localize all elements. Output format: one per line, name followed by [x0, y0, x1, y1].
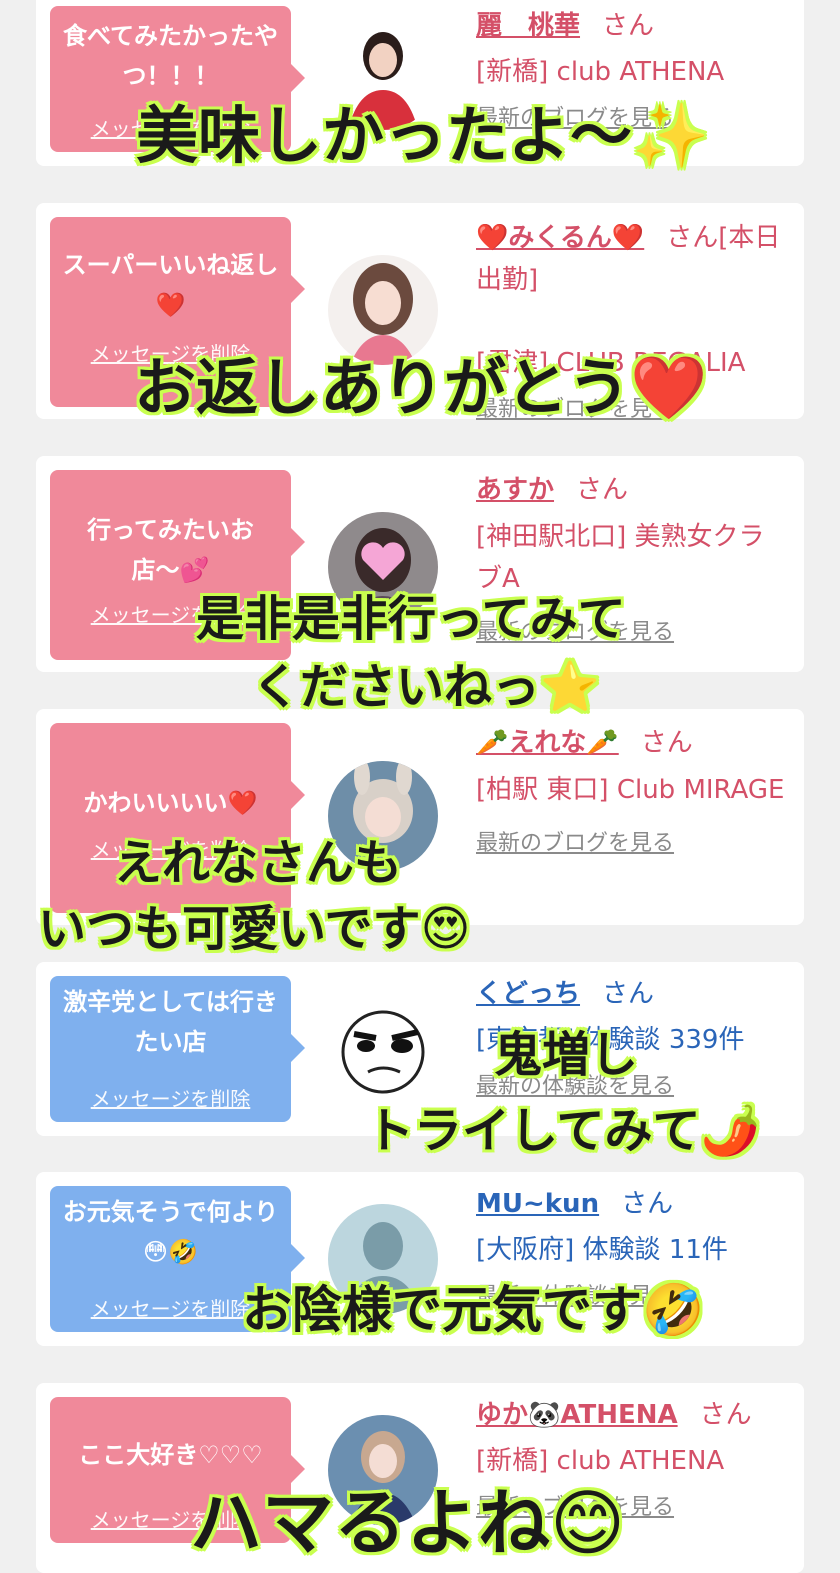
profile-name-link[interactable]: ゆか🐼ATHENA: [476, 1400, 678, 1430]
profile-name-link[interactable]: 🥕えれな🥕: [476, 728, 619, 758]
profile-name-link[interactable]: くどっち: [476, 979, 580, 1009]
message-card: かわいいいい❤️ メッセージを削除 🥕えれな🥕 さん [柏駅 東口] Club M…: [36, 709, 804, 925]
latest-blog-link[interactable]: 最新のブログを見る: [476, 825, 790, 857]
caption-overlay: えれなさんも: [114, 835, 403, 891]
profile-name-link[interactable]: 麗 桃華: [476, 11, 580, 41]
store-label: [柏駅 東口] Club MIRAGE: [476, 775, 785, 805]
caption-overlay: 是非是非行ってみて: [196, 591, 626, 647]
delete-message-link[interactable]: メッセージを削除: [50, 1083, 291, 1112]
store-label: [大阪府] 体験談 11件: [476, 1235, 728, 1265]
message-text: スーパーいいね返し❤️: [62, 251, 279, 319]
message-text: 行ってみたいお店〜💕: [87, 516, 254, 584]
caption-overlay: お返しありがとう❤️: [134, 351, 708, 424]
caption-overlay: トライしてみて🌶️: [366, 1103, 761, 1159]
message-text: 激辛党としては行きたい店: [63, 988, 278, 1056]
profile-info: 🥕えれな🥕 さん [柏駅 東口] Club MIRAGE 最新のブログを見る: [476, 723, 790, 857]
caption-overlay: ハマるよね😊: [190, 1481, 626, 1565]
message-bubble: 激辛党としては行きたい店 メッセージを削除: [50, 976, 305, 1122]
profile-name-link[interactable]: あすか: [476, 475, 554, 505]
message-text: かわいいいい❤️: [83, 789, 258, 817]
store-label: [新橋] club ATHENA: [476, 1446, 725, 1476]
message-text: 食べてみたかったやつ！！！: [62, 22, 279, 90]
caption-overlay: いつも可愛いです😍: [38, 901, 471, 957]
message-text: お元気そうで何より😳🤣: [62, 1198, 279, 1266]
message-text: ここ大好き♡♡♡: [78, 1441, 263, 1469]
store-label: [神田駅北口] 美熟女クラブA: [476, 522, 765, 594]
caption-overlay: 鬼増し: [494, 1027, 639, 1083]
profile-name-link[interactable]: MU~kun: [476, 1189, 599, 1219]
store-label: [新橋] club ATHENA: [476, 57, 725, 87]
caption-overlay: 美味しかったよ〜✨: [136, 99, 710, 172]
woman-portrait-icon[interactable]: [328, 255, 438, 365]
caption-overlay: お陰様で元気です🤣: [242, 1281, 705, 1339]
caption-overlay: くださいねっ⭐️: [252, 659, 600, 715]
profile-name-link[interactable]: ❤️みくるん❤️: [476, 223, 644, 253]
cartoon-face-icon[interactable]: [328, 994, 438, 1104]
